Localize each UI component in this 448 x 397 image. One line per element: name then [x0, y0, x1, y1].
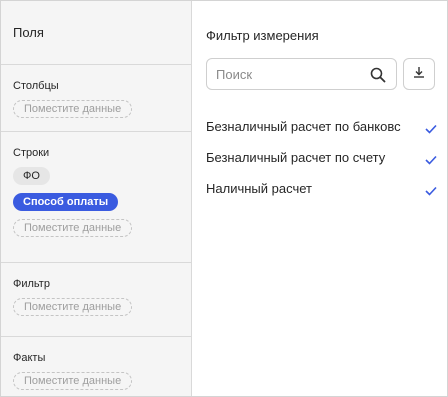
rows-section: Строки ФО Способ оплаты Поместите данные	[1, 132, 191, 263]
facts-title: Факты	[13, 352, 46, 364]
dimension-filter-panel: Фильтр измерения Безналичный ра	[193, 1, 447, 396]
row-chip-fo[interactable]: ФО	[13, 167, 50, 185]
filter-values-list: Безналичный расчет по банковс Безналичны…	[193, 111, 447, 204]
checkmark-icon	[425, 183, 437, 196]
sort-button[interactable]	[403, 58, 435, 90]
checkmark-icon	[425, 121, 437, 134]
facts-section: Факты Поместите данные	[1, 337, 191, 390]
sort-icon	[412, 65, 426, 84]
list-item-label: Безналичный расчет по банковс	[206, 119, 401, 134]
list-item-label: Безналичный расчет по счету	[206, 150, 386, 165]
fields-header: Поля	[1, 1, 191, 65]
search-icon[interactable]	[370, 67, 386, 83]
list-item[interactable]: Безналичный расчет по счету	[193, 142, 447, 173]
pivot-settings-panel: Поля Столбцы Поместите данные Строки ФО …	[0, 0, 448, 397]
dimension-filter-title: Фильтр измерения	[206, 28, 319, 43]
columns-section: Столбцы Поместите данные	[1, 65, 191, 132]
checkmark-icon	[425, 152, 437, 165]
fields-panel: Поля Столбцы Поместите данные Строки ФО …	[1, 1, 192, 396]
list-item[interactable]: Безналичный расчет по банковс	[193, 111, 447, 142]
row-chip-payment-method[interactable]: Способ оплаты	[13, 193, 119, 211]
columns-title: Столбцы	[13, 80, 59, 92]
filter-section: Фильтр Поместите данные	[1, 263, 191, 337]
list-item-label: Наличный расчет	[206, 181, 312, 196]
rows-title: Строки	[13, 147, 50, 159]
filter-title: Фильтр	[13, 278, 50, 290]
filter-drop-zone[interactable]: Поместите данные	[13, 298, 133, 316]
list-item[interactable]: Наличный расчет	[193, 173, 447, 204]
search-box	[206, 58, 397, 90]
columns-drop-zone[interactable]: Поместите данные	[13, 100, 133, 118]
search-input[interactable]	[216, 66, 366, 82]
facts-drop-zone[interactable]: Поместите данные	[13, 372, 133, 390]
rows-drop-zone[interactable]: Поместите данные	[13, 219, 133, 237]
